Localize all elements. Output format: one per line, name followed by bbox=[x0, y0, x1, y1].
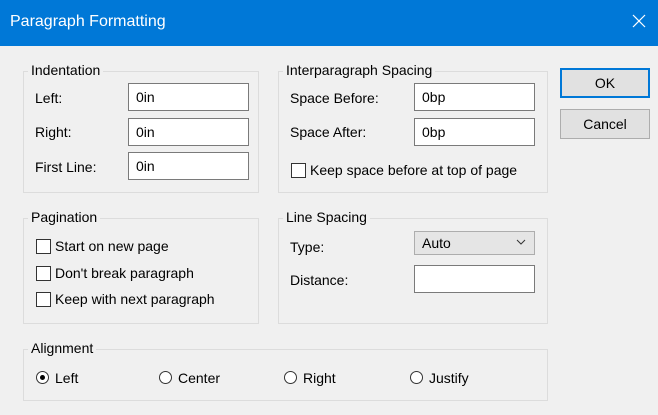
keep-with-next-label: Keep with next paragraph bbox=[55, 291, 215, 307]
close-icon[interactable] bbox=[626, 8, 652, 34]
start-new-page-checkbox[interactable] bbox=[36, 239, 51, 254]
dont-break-checkbox[interactable] bbox=[36, 266, 51, 281]
alignment-legend: Alignment bbox=[28, 340, 97, 356]
left-indent-label: Left: bbox=[35, 90, 63, 106]
chevron-down-icon bbox=[516, 239, 526, 245]
pagination-legend: Pagination bbox=[28, 209, 101, 225]
ok-button[interactable]: OK bbox=[560, 68, 650, 98]
keep-with-next-checkbox[interactable] bbox=[36, 292, 51, 307]
align-right-radio[interactable] bbox=[284, 371, 297, 384]
first-line-indent-label: First Line: bbox=[35, 159, 97, 175]
indentation-legend: Indentation bbox=[28, 62, 104, 78]
left-indent-field[interactable] bbox=[128, 83, 249, 111]
align-left-label: Left bbox=[55, 370, 79, 386]
type-select-value: Auto bbox=[422, 235, 451, 251]
space-after-label: Space After: bbox=[290, 124, 367, 140]
type-select[interactable]: Auto bbox=[414, 231, 535, 255]
start-new-page-label: Start on new page bbox=[55, 238, 169, 254]
first-line-indent-field[interactable] bbox=[128, 152, 249, 180]
align-right-label: Right bbox=[303, 370, 336, 386]
right-indent-label: Right: bbox=[35, 124, 72, 140]
spacing-legend: Interparagraph Spacing bbox=[283, 62, 436, 78]
distance-label: Distance: bbox=[290, 272, 349, 288]
align-left-radio[interactable] bbox=[36, 371, 49, 384]
cancel-button[interactable]: Cancel bbox=[560, 109, 650, 139]
align-center-radio[interactable] bbox=[159, 371, 172, 384]
space-before-field[interactable] bbox=[414, 83, 535, 111]
window-title: Paragraph Formatting bbox=[10, 13, 166, 30]
line-spacing-legend: Line Spacing bbox=[283, 209, 370, 225]
title-bar: Paragraph Formatting bbox=[0, 0, 658, 46]
keep-space-checkbox[interactable] bbox=[291, 163, 306, 178]
right-indent-field[interactable] bbox=[128, 118, 249, 146]
space-after-field[interactable] bbox=[414, 118, 535, 146]
dont-break-label: Don't break paragraph bbox=[55, 265, 194, 281]
keep-space-label: Keep space before at top of page bbox=[310, 162, 518, 178]
align-center-label: Center bbox=[178, 370, 221, 386]
space-before-label: Space Before: bbox=[290, 90, 379, 106]
type-label: Type: bbox=[290, 239, 325, 255]
align-justify-label: Justify bbox=[429, 370, 469, 386]
align-justify-radio[interactable] bbox=[410, 371, 423, 384]
distance-field[interactable] bbox=[414, 265, 535, 293]
